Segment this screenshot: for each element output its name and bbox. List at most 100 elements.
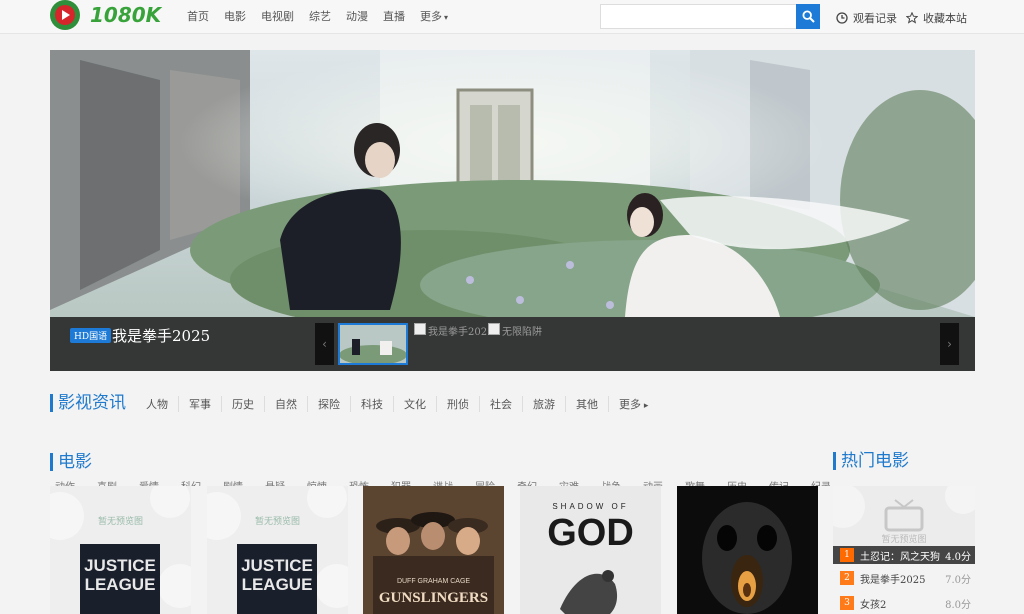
banner-next-button[interactable]: ›	[940, 323, 959, 365]
movie-card[interactable]	[677, 486, 818, 614]
chevron-left-icon: ‹	[322, 337, 327, 351]
news-tag[interactable]: 探险	[308, 396, 351, 412]
news-tag[interactable]: 文化	[394, 396, 437, 412]
news-tag[interactable]: 其他	[566, 396, 609, 412]
hot-movie-item[interactable]: 1 土忍记：风之天狗 4.0分	[833, 546, 975, 564]
genre-link[interactable]: 纪录	[811, 478, 830, 486]
watch-history-label: 观看记录	[853, 12, 897, 25]
genre-link[interactable]: 历史	[727, 478, 747, 486]
clock-icon	[836, 12, 848, 24]
genre-link[interactable]: 动画	[643, 478, 663, 486]
nav-live[interactable]: 直播	[383, 8, 405, 24]
news-tag[interactable]: 历史	[222, 396, 265, 412]
chevron-right-icon: ›	[947, 337, 952, 351]
genre-link[interactable]: 惊悚	[307, 478, 327, 486]
news-section-title: 影视资讯	[50, 394, 126, 412]
banner-thumb-3[interactable]: 无限陷阱	[488, 323, 542, 338]
genre-link[interactable]: 动作	[55, 478, 75, 486]
main-nav: 首页 电影 电视剧 综艺 动漫 直播 更多	[187, 8, 463, 24]
no-preview-text: 暂无预览图	[881, 535, 927, 545]
poster-title: JUSTICE LEAGUE	[241, 556, 313, 594]
hot-movie-name: 土忍记：风之天狗	[860, 551, 940, 563]
banner-thumb-2[interactable]: 我是拳手2025	[414, 323, 493, 338]
bookmark-site-link[interactable]: 收藏本站	[906, 10, 967, 26]
genre-link[interactable]: 爱情	[139, 478, 159, 486]
genre-link[interactable]: 恐怖	[349, 478, 369, 486]
banner-thumb-2-alt: 我是拳手2025	[428, 327, 494, 338]
search-icon	[801, 10, 815, 23]
news-tag-list: 人物 军事 历史 自然 探险 科技 文化 刑侦 社会 旅游 其他 更多	[136, 396, 658, 412]
genre-link[interactable]: 犯罪	[391, 478, 411, 486]
thumb-image	[339, 325, 407, 365]
genre-link[interactable]: 剧情	[223, 478, 243, 486]
news-tag[interactable]: 人物	[136, 396, 179, 412]
no-preview-text: 暂无预览图	[97, 517, 143, 527]
news-tag[interactable]: 旅游	[523, 396, 566, 412]
poster-figure	[560, 570, 618, 614]
hot-movie-score: 4.0分	[945, 551, 971, 563]
quality-badge: HD国语	[70, 328, 112, 343]
hot-movie-score: 8.0分	[945, 599, 971, 611]
poster-credits: DUFF GRAHAM CAGE	[396, 578, 471, 585]
broken-image-icon	[414, 323, 426, 335]
broken-image-icon	[488, 323, 500, 335]
watch-history-link[interactable]: 观看记录	[836, 10, 897, 26]
genre-link[interactable]: 喜剧	[97, 478, 117, 486]
nav-tv-series[interactable]: 电视剧	[261, 8, 294, 24]
genre-link[interactable]: 悬疑	[265, 478, 285, 486]
genre-link[interactable]: 科幻	[181, 478, 201, 486]
movie-card[interactable]: SHADOW OF GOD	[520, 486, 661, 614]
poster-image: JUSTICE LEAGUE	[80, 544, 160, 614]
genre-link[interactable]: 灾难	[559, 478, 579, 486]
genre-link[interactable]: 奇幻	[517, 478, 537, 486]
hot-movie-item[interactable]: 3 女孩2 8.0分	[833, 594, 975, 612]
genre-link[interactable]: 谍战	[433, 478, 453, 486]
featured-banner[interactable]: HD国语 我是拳手2025 ‹ 我是拳手2025 无限陷阱 ›	[50, 50, 975, 371]
poster-image	[677, 486, 818, 614]
hot-movies-panel: 暂无预览图 1 土忍记：风之天狗 4.0分 2 我是拳手2025 7.0分 3 …	[833, 486, 975, 614]
search-button[interactable]	[796, 4, 820, 29]
hot-movies-title: 热门电影	[833, 452, 909, 470]
news-tag[interactable]: 刑侦	[437, 396, 480, 412]
movies-section-title: 电影	[50, 453, 92, 471]
movie-card[interactable]: DUFF GRAHAM CAGE GUNSLINGERS	[363, 486, 504, 614]
hot-movie-name: 女孩2	[860, 599, 887, 611]
nav-variety[interactable]: 综艺	[309, 8, 331, 24]
logo-play-icon	[50, 0, 80, 30]
movie-card[interactable]: 暂无预览图 JUSTICE LEAGUE	[50, 486, 191, 614]
banner-thumb-3-alt: 无限陷阱	[502, 327, 542, 338]
nav-anime[interactable]: 动漫	[346, 8, 368, 24]
poster-title: GUNSLINGERS	[378, 590, 489, 606]
search-input[interactable]	[600, 4, 796, 29]
nav-home[interactable]: 首页	[187, 8, 209, 24]
banner-title[interactable]: 我是拳手2025	[112, 325, 210, 346]
hot-movie-item[interactable]: 2 我是拳手2025 7.0分	[833, 569, 975, 587]
search-box	[600, 4, 820, 29]
nav-more-dropdown[interactable]: 更多	[420, 8, 448, 24]
movie-card[interactable]: 暂无预览图 JUSTICE LEAGUE	[207, 486, 348, 614]
logo-text: 1080K	[90, 3, 162, 27]
news-tag[interactable]: 自然	[265, 396, 308, 412]
site-logo[interactable]: 1080K	[50, 0, 161, 30]
poster-title: JUSTICE LEAGUE	[84, 556, 156, 594]
nav-movies[interactable]: 电影	[224, 8, 246, 24]
news-tag[interactable]: 科技	[351, 396, 394, 412]
rank-badge: 2	[840, 571, 854, 585]
poster-title: GOD	[547, 512, 634, 554]
banner-caption-bar: HD国语 我是拳手2025 ‹ 我是拳手2025 无限陷阱 ›	[50, 317, 975, 371]
bookmark-site-label: 收藏本站	[923, 12, 967, 25]
genre-link[interactable]: 传记	[769, 478, 789, 486]
news-tag[interactable]: 社会	[480, 396, 523, 412]
genre-link[interactable]: 冒险	[475, 478, 495, 486]
news-more-link[interactable]: 更多	[609, 396, 658, 412]
banner-thumb-1[interactable]	[338, 323, 408, 365]
top-header: 1080K 首页 电影 电视剧 综艺 动漫 直播 更多 观看记录 收藏本站	[0, 0, 1024, 34]
star-icon	[906, 12, 918, 24]
rank-badge: 3	[840, 596, 854, 610]
movie-genre-list: 动作 喜剧 爱情 科幻 剧情 悬疑 惊悚 恐怖 犯罪 谍战 冒险 奇幻 灾难 战…	[55, 478, 830, 486]
hot-movie-score: 7.0分	[945, 574, 971, 586]
banner-prev-button[interactable]: ‹	[315, 323, 334, 365]
genre-link[interactable]: 歌舞	[685, 478, 705, 486]
news-tag[interactable]: 军事	[179, 396, 222, 412]
genre-link[interactable]: 战争	[601, 478, 621, 486]
